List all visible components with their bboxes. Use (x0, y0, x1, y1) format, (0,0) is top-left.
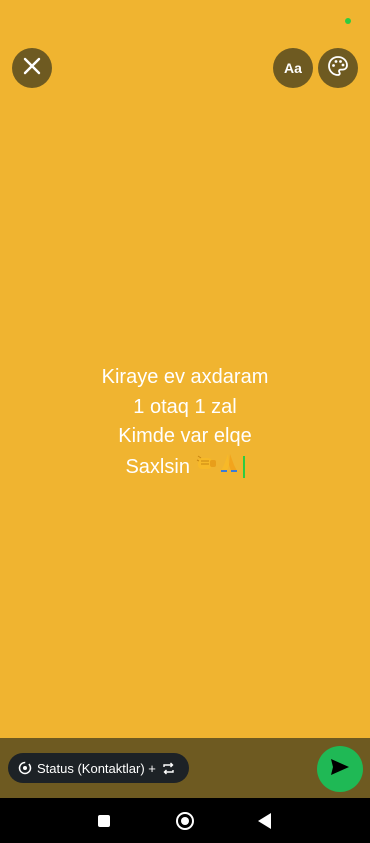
back-triangle-icon[interactable] (258, 813, 271, 829)
status-line-4-wrap: Saxlsin (0, 452, 370, 484)
repeat-icon (162, 762, 175, 775)
text-cursor (242, 456, 245, 479)
close-button[interactable] (12, 48, 52, 88)
status-line-4: Saxlsin (125, 455, 190, 478)
color-palette-button[interactable] (318, 48, 358, 88)
status-line-2: 1 otaq 1 zal (133, 395, 237, 418)
status-privacy-label: Status (Kontaktlar) + (37, 760, 156, 776)
status-line-1: Kiraye ev axdaram (101, 366, 269, 388)
font-style-button[interactable]: Aa (273, 48, 313, 88)
send-icon (330, 758, 350, 781)
status-icon (18, 761, 32, 775)
status-line-3: Kimde var elqe (118, 425, 252, 447)
status-text[interactable]: Kiraye ev axdaram 1 otaq 1 zal Kimde var… (0, 363, 370, 483)
close-icon (23, 57, 41, 80)
folded-hands-emoji (218, 452, 240, 484)
fist-emoji (196, 453, 218, 483)
recents-square-icon[interactable] (98, 815, 110, 827)
font-style-label: Aa (284, 60, 302, 76)
send-button[interactable] (317, 746, 363, 792)
palette-icon (327, 55, 349, 82)
status-privacy-button[interactable]: Status (Kontaktlar) + (8, 753, 189, 783)
recording-indicator (345, 18, 351, 24)
home-circle-icon[interactable] (176, 812, 194, 830)
